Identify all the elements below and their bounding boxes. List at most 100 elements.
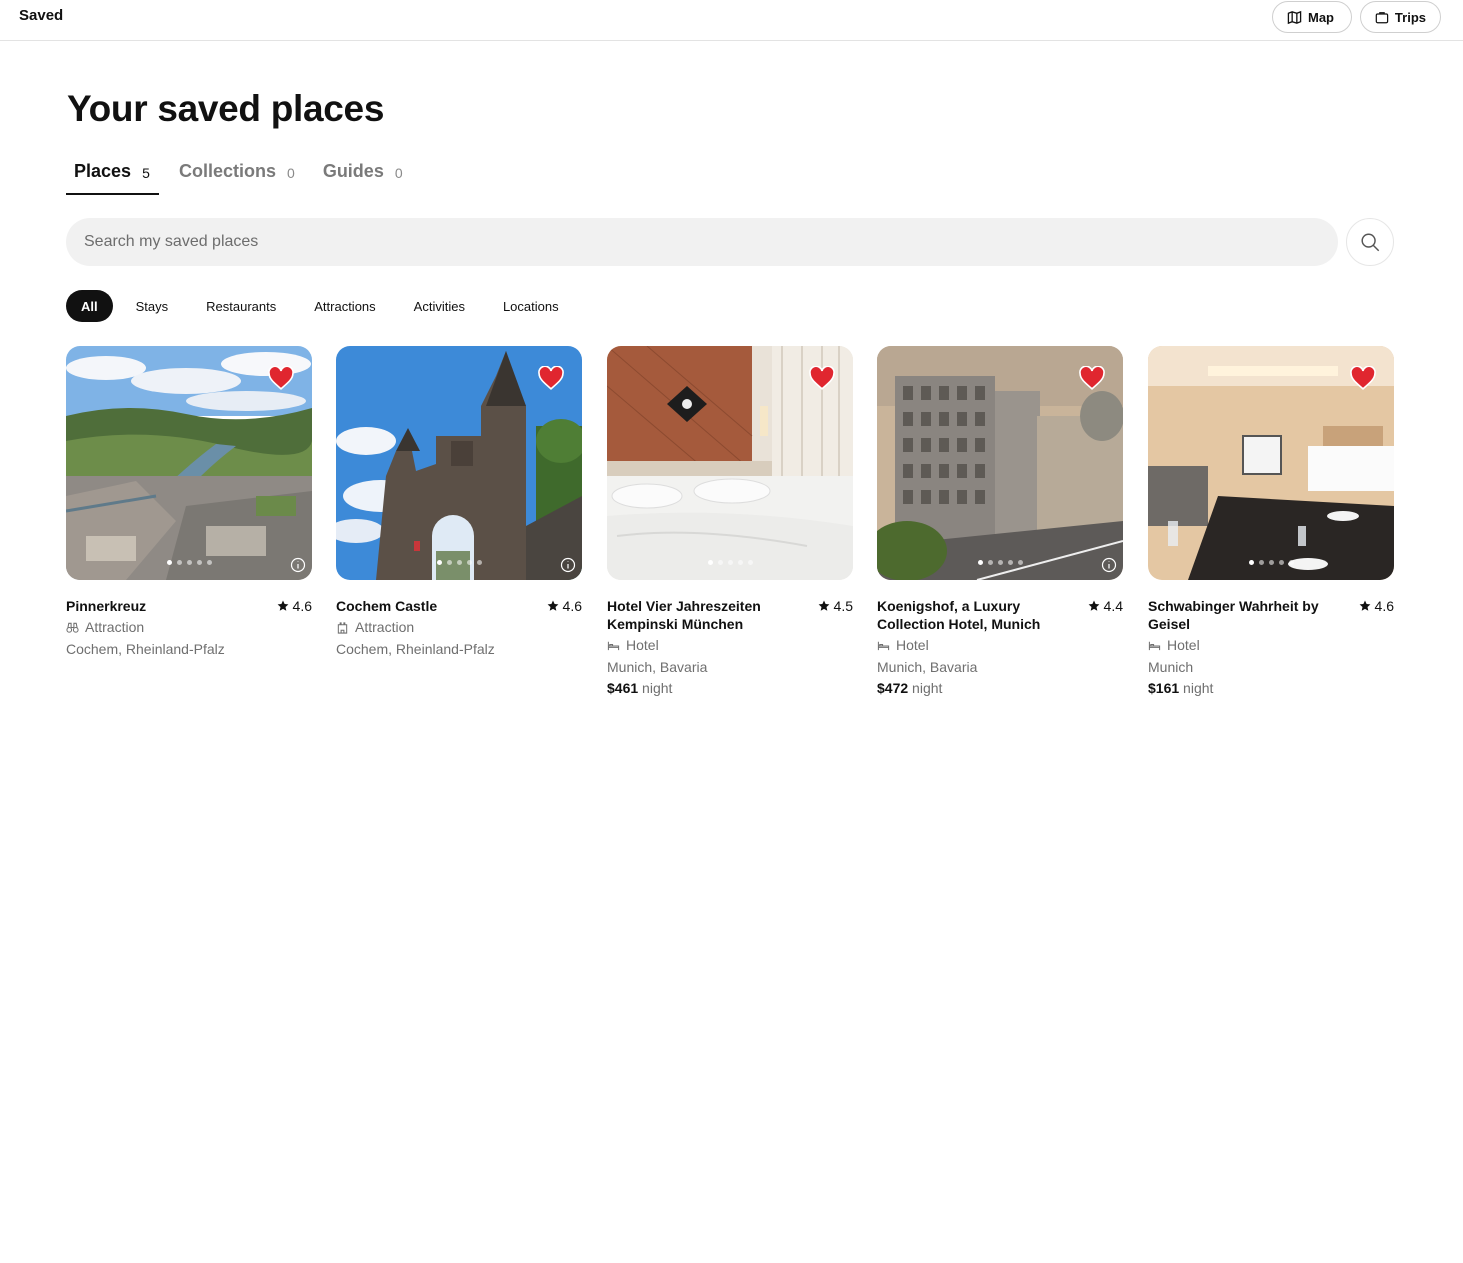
place-type: Hotel — [1148, 636, 1394, 654]
place-card[interactable]: Cochem Castle 4.6 Attraction Cochem, Rhe… — [336, 346, 582, 658]
place-name: Koenigshof, a Luxury Collection Hotel, M… — [877, 598, 1041, 632]
photo-pagination-dots — [336, 560, 582, 565]
filter-locations[interactable]: Locations — [488, 290, 574, 322]
place-details: Schwabinger Wahrheit by Geisel 4.6 Hotel… — [1148, 597, 1394, 697]
price-value: $472 — [877, 680, 909, 696]
place-details: Cochem Castle 4.6 Attraction Cochem, Rhe… — [336, 597, 582, 658]
heart-icon[interactable] — [268, 366, 294, 390]
tab-guides-label: Guides — [322, 161, 384, 181]
castle-icon — [337, 621, 348, 634]
map-button[interactable]: Map — [1272, 1, 1352, 33]
filter-stays[interactable]: Stays — [121, 290, 184, 322]
rating-value: 4.6 — [1374, 598, 1394, 614]
photo-pagination-dots — [607, 560, 853, 565]
trips-button-label: Trips — [1394, 9, 1426, 25]
binoculars-icon — [66, 622, 79, 633]
price-unit: night — [912, 680, 943, 696]
star-icon — [277, 600, 288, 611]
place-rating: 4.5 — [818, 597, 853, 615]
heart-icon[interactable] — [1079, 366, 1105, 390]
top-bar: Saved Map Trips — [0, 0, 1463, 41]
heart-icon[interactable] — [809, 366, 835, 390]
place-location: Cochem, Rheinland-Pfalz — [66, 641, 225, 657]
place-details: Koenigshof, a Luxury Collection Hotel, M… — [877, 597, 1123, 697]
filter-attractions[interactable]: Attractions — [299, 290, 390, 322]
filter-activities[interactable]: Activities — [399, 290, 480, 322]
heart-icon[interactable] — [1350, 366, 1376, 390]
tab-bar: Places 5 Collections 0 Guides 0 — [66, 152, 423, 195]
photo-pagination-dots — [1148, 560, 1394, 565]
price-value: $461 — [607, 680, 639, 696]
tab-places[interactable]: Places 5 — [66, 152, 159, 195]
bed-icon — [1148, 641, 1161, 650]
price-unit: night — [1183, 680, 1214, 696]
page-title: Your saved places — [67, 88, 385, 129]
tab-places-count: 5 — [142, 165, 150, 181]
filter-all[interactable]: All — [66, 290, 113, 322]
place-price: $161 night — [1148, 679, 1394, 697]
tab-guides[interactable]: Guides 0 — [315, 152, 411, 195]
place-photo[interactable] — [1148, 346, 1394, 580]
place-photo[interactable] — [336, 346, 582, 580]
place-type: Hotel — [877, 636, 1123, 654]
place-name: Hotel Vier Jahreszeiten Kempinski Münche… — [607, 598, 761, 632]
tab-places-label: Places — [74, 161, 132, 181]
place-type: Hotel — [607, 636, 853, 654]
star-icon — [1088, 600, 1099, 611]
place-name: Pinnerkreuz — [66, 598, 147, 614]
place-location: Munich, Bavaria — [607, 659, 708, 675]
place-details: Pinnerkreuz 4.6 Attraction Cochem, Rhein… — [66, 597, 312, 658]
place-card[interactable]: Koenigshof, a Luxury Collection Hotel, M… — [877, 346, 1123, 697]
place-type-label: Attraction — [85, 619, 145, 635]
place-type: Attraction — [336, 618, 582, 636]
tab-collections[interactable]: Collections 0 — [171, 152, 303, 195]
bed-icon — [877, 641, 890, 650]
map-icon — [1287, 10, 1302, 24]
tab-collections-count: 0 — [287, 165, 295, 181]
info-icon[interactable] — [1101, 557, 1117, 573]
place-photo[interactable] — [607, 346, 853, 580]
search-input[interactable] — [66, 218, 1338, 266]
place-price: $472 night — [877, 679, 1123, 697]
filter-restaurants[interactable]: Restaurants — [191, 290, 291, 322]
place-type-label: Hotel — [1167, 637, 1200, 653]
place-card[interactable]: Hotel Vier Jahreszeiten Kempinski Münche… — [607, 346, 853, 697]
place-card[interactable]: Schwabinger Wahrheit by Geisel 4.6 Hotel… — [1148, 346, 1394, 697]
place-type-label: Hotel — [896, 637, 929, 653]
filter-chips: All Stays Restaurants Attractions Activi… — [66, 290, 582, 322]
tab-guides-count: 0 — [394, 165, 403, 181]
place-type-label: Hotel — [626, 637, 659, 653]
place-location: Cochem, Rheinland-Pfalz — [336, 641, 495, 657]
place-location: Munich — [1148, 659, 1194, 675]
star-icon — [818, 600, 829, 611]
place-type-label: Attraction — [355, 619, 415, 635]
star-icon — [547, 600, 558, 611]
app-title: Saved — [19, 7, 64, 24]
price-unit: night — [642, 680, 673, 696]
trips-button[interactable]: Trips — [1360, 1, 1441, 33]
place-rating: 4.4 — [1088, 597, 1123, 615]
place-rating: 4.6 — [547, 597, 582, 615]
photo-pagination-dots — [66, 560, 312, 565]
photo-pagination-dots — [877, 560, 1123, 565]
star-icon — [1359, 600, 1370, 611]
search-button[interactable] — [1346, 218, 1394, 266]
suitcase-icon — [1375, 11, 1389, 23]
info-icon[interactable] — [290, 557, 306, 573]
rating-value: 4.5 — [833, 598, 853, 614]
place-details: Hotel Vier Jahreszeiten Kempinski Münche… — [607, 597, 853, 697]
place-price: $461 night — [607, 679, 853, 697]
place-type: Attraction — [66, 618, 312, 636]
heart-icon[interactable] — [538, 366, 564, 390]
tab-collections-label: Collections — [179, 161, 277, 181]
info-icon[interactable] — [560, 557, 576, 573]
place-card[interactable]: Pinnerkreuz 4.6 Attraction Cochem, Rhein… — [66, 346, 312, 658]
place-photo[interactable] — [877, 346, 1123, 580]
price-value: $161 — [1148, 680, 1180, 696]
map-button-label: Map — [1308, 9, 1334, 25]
place-rating: 4.6 — [277, 597, 312, 615]
search-icon — [1361, 233, 1380, 252]
rating-value: 4.4 — [1103, 598, 1123, 614]
place-name: Cochem Castle — [336, 598, 438, 614]
place-photo[interactable] — [66, 346, 312, 580]
